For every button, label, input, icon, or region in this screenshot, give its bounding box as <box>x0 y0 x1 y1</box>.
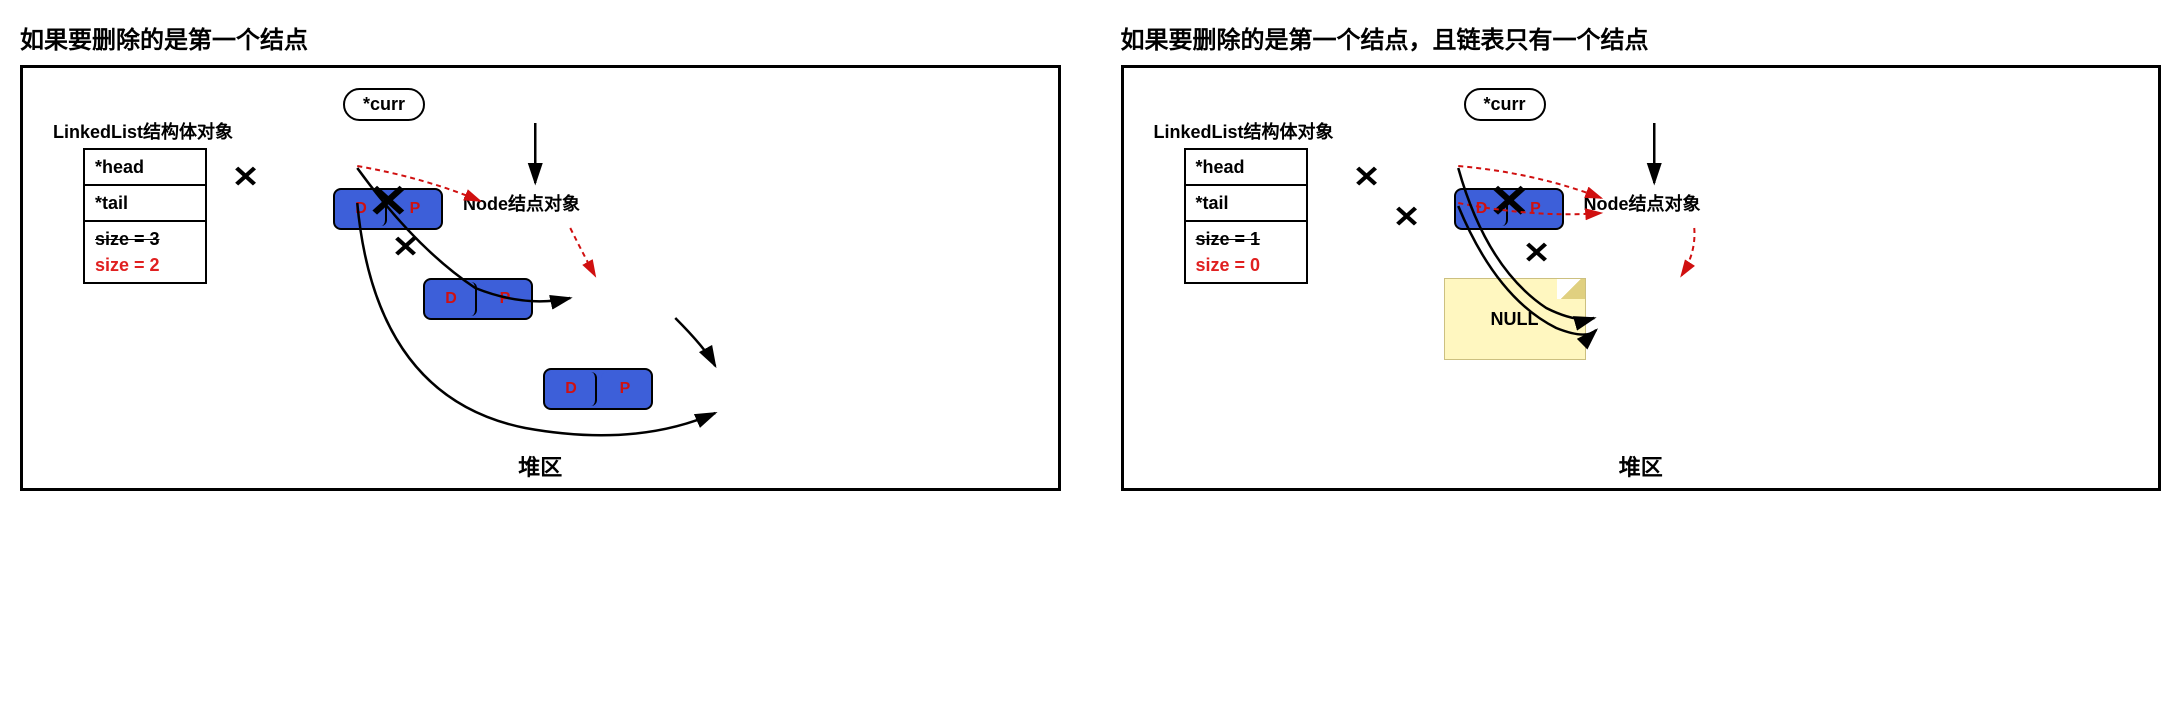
heap-box-right: LinkedList结构体对象 *head *tail size = 1 siz… <box>1121 65 2162 491</box>
node3-left: D P <box>543 368 653 410</box>
x-p-arrow: ✕ <box>392 230 420 265</box>
struct-label-right: LinkedList结构体对象 <box>1154 118 1334 144</box>
heap-label-left: 堆区 <box>518 450 562 482</box>
struct-label-left: LinkedList结构体对象 <box>53 118 233 144</box>
x-head-arrow: ✕ <box>232 160 260 195</box>
size-old: size = 1 <box>1196 226 1296 252</box>
node-d: D <box>547 372 597 406</box>
size-old: size = 3 <box>95 226 195 252</box>
x-head-arrow-r: ✕ <box>1352 160 1380 195</box>
curr-pointer-right: *curr <box>1464 88 1546 121</box>
x-node1-right: ✕ <box>1488 174 1530 228</box>
tail-field: *tail <box>85 186 205 222</box>
x-node1: ✕ <box>367 174 409 228</box>
linkedlist-struct-right: *head *tail size = 1 size = 0 <box>1184 148 1308 284</box>
x-tail-arrow-r: ✕ <box>1392 200 1420 235</box>
tail-field: *tail <box>1186 186 1306 222</box>
linkedlist-struct-left: *head *tail size = 3 size = 2 <box>83 148 207 284</box>
heap-label-right: 堆区 <box>1619 450 1663 482</box>
node2-left: D P <box>423 278 533 320</box>
size-field: size = 1 size = 0 <box>1186 222 1306 282</box>
heap-box-left: LinkedList结构体对象 *head *tail size = 3 siz… <box>20 65 1061 491</box>
size-new: size = 2 <box>95 252 195 278</box>
x-p-null-r: ✕ <box>1522 236 1550 271</box>
node-p: P <box>481 282 529 316</box>
curr-pointer-left: *curr <box>343 88 425 121</box>
panel-right: 如果要删除的是第一个结点，且链表只有一个结点 LinkedList结构体对象 *… <box>1121 20 2162 491</box>
node-d: D <box>427 282 477 316</box>
size-field: size = 3 size = 2 <box>85 222 205 282</box>
panel-left: 如果要删除的是第一个结点 LinkedList结构体对象 *head *tail… <box>20 20 1061 491</box>
head-field: *head <box>1186 150 1306 186</box>
head-field: *head <box>85 150 205 186</box>
title-left: 如果要删除的是第一个结点 <box>20 20 1061 55</box>
title-right: 如果要删除的是第一个结点，且链表只有一个结点 <box>1121 20 2162 55</box>
null-box: NULL <box>1444 278 1586 360</box>
node-label-right: Node结点对象 <box>1584 190 1701 216</box>
size-new: size = 0 <box>1196 252 1296 278</box>
node-label-left: Node结点对象 <box>463 190 580 216</box>
node-p: P <box>601 372 649 406</box>
